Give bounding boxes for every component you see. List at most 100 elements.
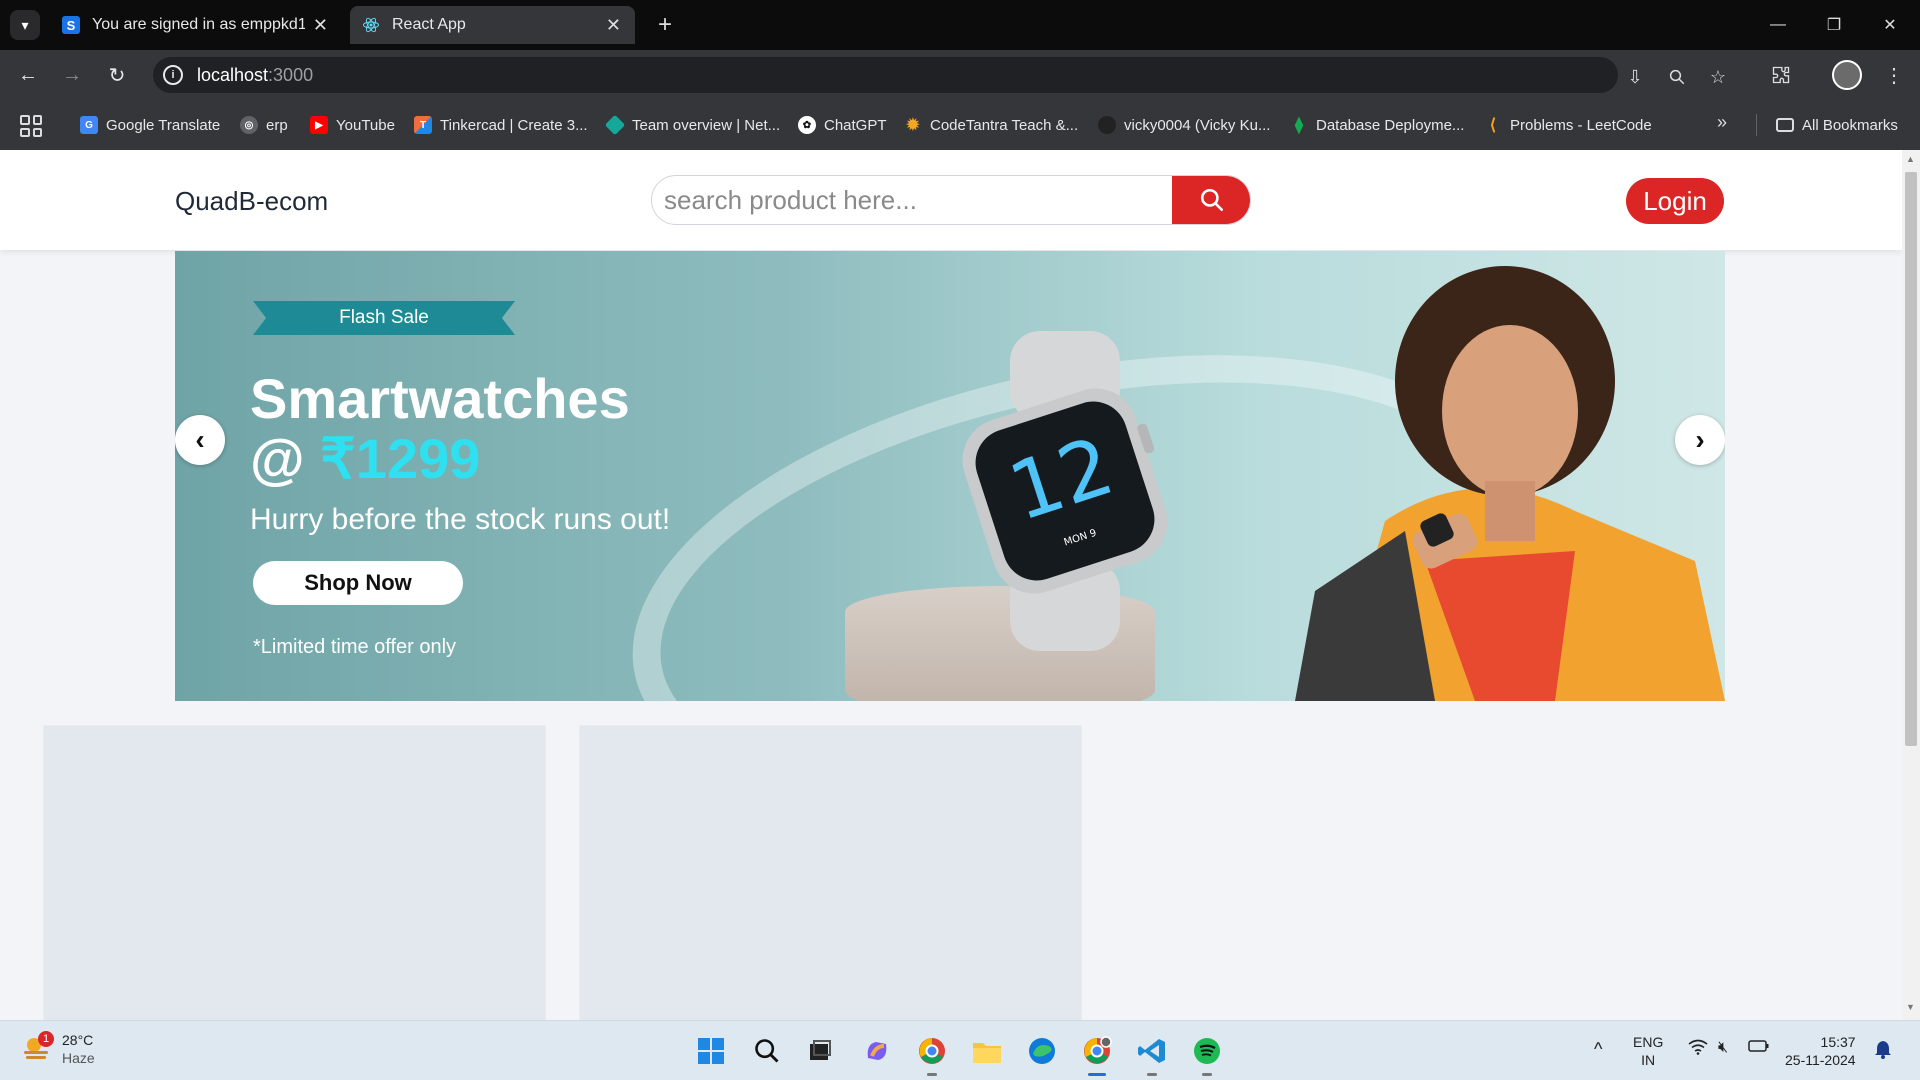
offer-note: *Limited time offer only [253,636,457,658]
extensions-icon[interactable] [1766,60,1796,90]
new-tab-button[interactable]: + [650,10,680,40]
minimize-button[interactable]: — [1750,0,1806,50]
battery-icon[interactable] [1748,1039,1770,1058]
smartwatch-image: 12 MON 9 [962,331,1168,651]
weather-widget[interactable]: 1 28°C Haze [22,1031,95,1067]
model-photo [1295,266,1725,701]
menu-icon[interactable]: ⋮ [1879,60,1909,90]
scrollbar-thumb[interactable] [1905,172,1917,746]
brand-logo[interactable]: QuadB-ecom [175,186,328,217]
weather-badge: 1 [38,1031,54,1047]
file-explorer-icon[interactable] [969,1033,1005,1069]
scroll-up-icon[interactable]: ▲ [1906,154,1915,164]
close-icon[interactable]: ✕ [606,15,621,36]
folder-icon [1776,118,1794,132]
bookmark-github[interactable]: vicky0004 (Vicky Ku... [1098,112,1270,138]
banner-headline: Smartwatches [250,367,630,430]
search-bar [651,175,1251,225]
more-bookmarks-icon[interactable]: » [1717,112,1727,133]
windows-start-icon[interactable] [693,1033,729,1069]
hero-banner: Flash Sale Smartwatches @ ₹1299 Hurry be… [175,251,1725,701]
system-clock[interactable]: 15:37 25-11-2024 [1785,1033,1856,1069]
s-favicon-icon: S [62,16,80,34]
product-card-skeleton [579,725,1082,1020]
codetantra-icon: ✹ [906,117,920,134]
window-close-button[interactable]: ✕ [1862,0,1918,50]
youtube-icon: ▶ [310,116,328,134]
notification-bell-icon[interactable] [1874,1039,1892,1064]
bookmark-netlify[interactable]: Team overview | Net... [604,112,780,138]
globe-icon: ◎ [240,116,258,134]
search-icon [1200,188,1224,212]
bookmark-erp[interactable]: ◎ erp [240,112,288,138]
all-bookmarks[interactable]: All Bookmarks [1776,112,1898,138]
task-view-icon[interactable] [802,1033,838,1069]
install-app-icon[interactable]: ⇩ [1624,66,1646,88]
product-card-skeleton [43,725,546,1020]
tab-title: You are signed in as emppkd10 [92,16,305,33]
haze-weather-icon: 1 [22,1031,54,1063]
tab-title: React App [392,16,466,33]
tab-strip: ▾ S You are signed in as emppkd10 ✕ Reac… [0,0,1920,50]
search-input[interactable] [652,176,1172,224]
mongodb-icon: ⧫ [1295,117,1303,134]
spotify-icon[interactable] [1189,1033,1225,1076]
wifi-icon[interactable] [1688,1039,1708,1060]
tinkercad-icon: T [414,116,432,134]
bookmark-chatgpt[interactable]: ✿ ChatGPT [798,112,887,138]
edge-icon[interactable] [1024,1033,1060,1069]
shop-now-button[interactable]: Shop Now [253,561,463,605]
tab-search-button[interactable]: ▾ [10,10,40,40]
search-button[interactable] [1172,176,1250,224]
bookmark-star-icon[interactable]: ☆ [1707,66,1729,88]
back-button[interactable]: ← [13,60,43,90]
page-scrollbar[interactable]: ▲ ▼ [1902,150,1920,1020]
bookmark-codetantra[interactable]: ✹ CodeTantra Teach &... [904,112,1078,138]
bookmarks-bar: G Google Translate ◎ erp ▶ YouTube T Tinkerc… [0,100,1920,150]
weather-temp: 28°C [62,1032,94,1048]
bookmark-youtube[interactable]: ▶ YouTube [310,112,395,138]
chevron-up-icon[interactable]: ^ [1594,1039,1602,1060]
tab-react-app[interactable]: React App ✕ [350,6,635,44]
bookmark-mongodb[interactable]: ⧫ Database Deployme... [1290,112,1464,138]
scroll-down-icon[interactable]: ▼ [1906,1002,1915,1012]
close-icon[interactable]: ✕ [313,15,328,36]
carousel-prev-button[interactable]: ‹ [175,415,225,465]
carousel-next-button[interactable]: › [1675,415,1725,465]
address-bar[interactable]: i localhost:3000 ⇩ ☆ [153,57,1726,93]
volume-muted-icon[interactable]: 🔇︎ [1718,1039,1728,1057]
page-viewport: QuadB-ecom Login Flash Sale Smartwatches… [0,150,1902,1020]
bookmark-google-translate[interactable]: G Google Translate [80,112,220,138]
bookmark-tinkercad[interactable]: T Tinkercad | Create 3... [414,112,588,138]
google-translate-icon: G [80,116,98,134]
forward-button[interactable]: → [57,60,87,90]
chrome-icon[interactable] [914,1033,950,1076]
vscode-icon[interactable] [1134,1033,1170,1076]
bookmarks-divider [1756,114,1757,136]
site-header: QuadB-ecom Login [0,150,1902,250]
banner-price: @ ₹1299 [250,427,481,490]
leetcode-icon: ⟨ [1489,117,1497,134]
browser-toolbar: ← → ↻ i localhost:3000 ⇩ ☆ ⋮ [0,50,1920,100]
apps-grid-icon[interactable] [20,115,42,137]
bookmark-leetcode[interactable]: ⟨ Problems - LeetCode [1484,112,1652,138]
netlify-icon [604,114,626,136]
profile-avatar[interactable] [1832,60,1862,90]
react-icon [362,16,380,34]
github-icon [1098,116,1116,134]
flash-sale-badge: Flash Sale [253,301,515,335]
weather-desc: Haze [62,1050,95,1066]
language-indicator[interactable]: ENG IN [1633,1033,1663,1069]
restore-button[interactable]: ❐ [1806,0,1862,50]
site-info-icon[interactable]: i [163,65,183,85]
url-text: localhost:3000 [197,64,314,85]
search-icon[interactable] [749,1033,785,1069]
copilot-icon[interactable] [859,1033,895,1069]
zoom-icon[interactable] [1666,66,1688,88]
tab-signed-in[interactable]: S You are signed in as emppkd10 ✕ [50,6,342,44]
login-button[interactable]: Login [1626,178,1724,224]
chatgpt-icon: ✿ [798,116,816,134]
chrome-profile-icon[interactable] [1079,1033,1115,1076]
windows-taskbar: 1 28°C Haze ^ ENG IN 🔇︎ 15:37 25-11-2024 [0,1020,1920,1080]
reload-button[interactable]: ↻ [102,60,132,90]
